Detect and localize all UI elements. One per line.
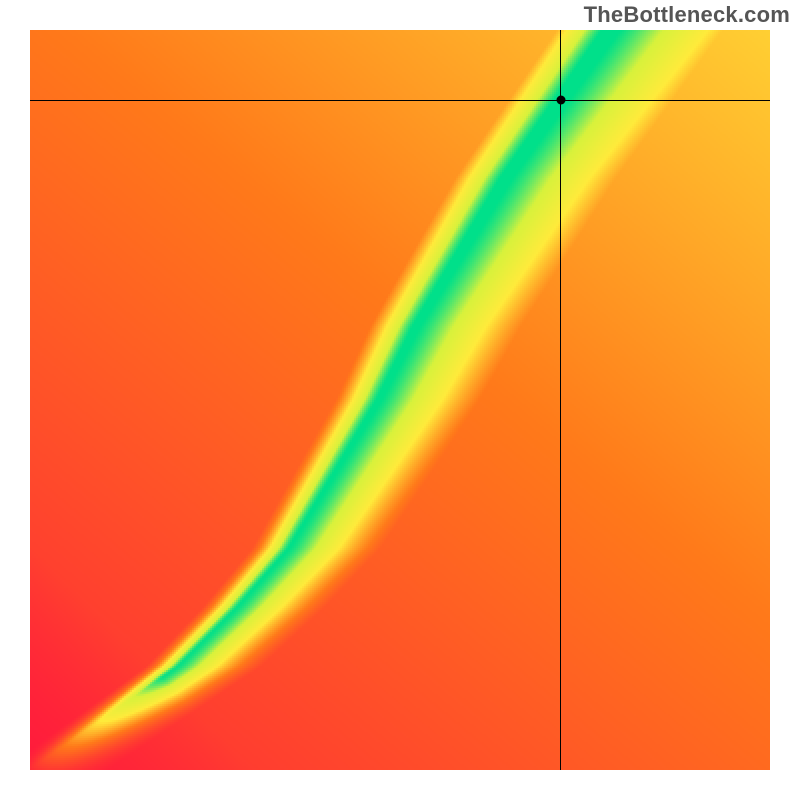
plot-frame bbox=[30, 30, 770, 770]
watermark-text: TheBottleneck.com bbox=[584, 2, 790, 28]
chart-container: TheBottleneck.com bbox=[0, 0, 800, 800]
heatmap-canvas bbox=[30, 30, 770, 770]
